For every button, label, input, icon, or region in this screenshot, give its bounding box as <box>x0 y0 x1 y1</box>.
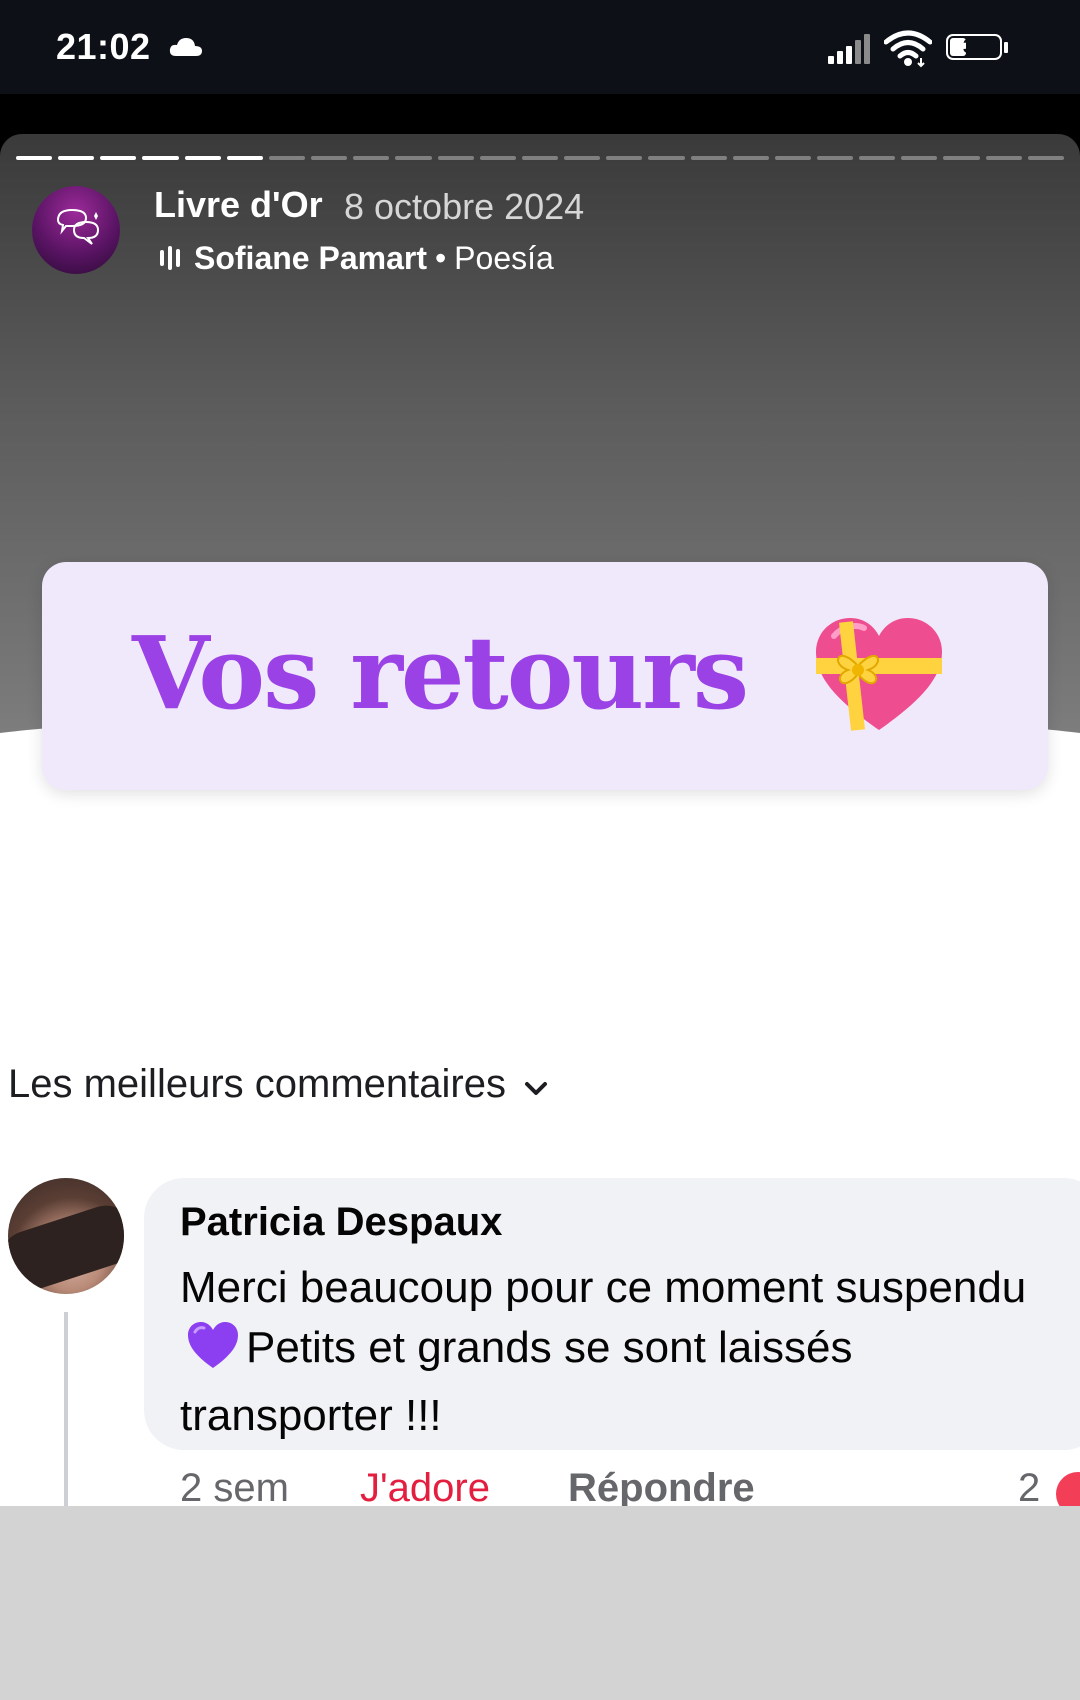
progress-segment <box>437 156 474 160</box>
signal-icon <box>828 34 874 69</box>
banner-title: Vos retours <box>132 614 749 732</box>
progress-segment <box>521 156 559 160</box>
purple-heart-icon <box>186 1320 240 1386</box>
progress-segment <box>606 156 643 160</box>
progress-segment <box>100 156 137 160</box>
progress-segment <box>648 156 685 160</box>
progress-segment <box>859 156 896 160</box>
gift-heart-icon <box>812 614 946 739</box>
account-name[interactable]: Livre d'Or <box>154 184 323 226</box>
comment-author[interactable]: Patricia Despaux <box>180 1200 502 1245</box>
battery-icon: 33 <box>946 34 1008 64</box>
progress-segment <box>816 156 854 160</box>
progress-segment <box>985 156 1022 160</box>
speech-bubbles-icon <box>56 208 100 245</box>
story-progress-bar <box>16 156 1064 160</box>
comment-text-part2: Petits et grands se sont laissés transpo… <box>180 1323 853 1440</box>
music-artist: Sofiane Pamart <box>194 239 427 276</box>
comment-time: 2 sem <box>180 1466 289 1506</box>
progress-segment <box>395 156 432 160</box>
comments-sort-label: Les meilleurs commentaires <box>8 1062 506 1106</box>
comment-bubble: Patricia Despaux Merci beaucoup pour ce … <box>144 1178 1080 1450</box>
cloud-icon <box>168 36 204 63</box>
status-time: 21:02 <box>56 26 151 67</box>
comment-text-part1: Merci beaucoup pour ce moment suspendu <box>180 1263 1027 1312</box>
progress-segment <box>311 156 348 160</box>
battery-level-text: 33 <box>962 36 986 58</box>
reply-button[interactable]: Répondre <box>568 1466 755 1506</box>
music-track: Poesía <box>454 239 554 276</box>
story-banner: Vos retours <box>42 562 1048 790</box>
chevron-down-icon <box>524 1062 548 1107</box>
music-attribution[interactable]: Sofiane Pamart • Poesía <box>160 238 554 278</box>
progress-segment <box>690 156 727 160</box>
progress-segment <box>353 156 390 160</box>
progress-segment <box>1027 156 1064 160</box>
reply-area <box>0 1506 1080 1700</box>
account-avatar[interactable] <box>32 186 120 274</box>
music-bars-icon <box>160 246 180 270</box>
progress-segment <box>268 156 306 160</box>
progress-segment <box>901 156 938 160</box>
progress-segment <box>226 156 263 160</box>
love-button[interactable]: J'adore <box>360 1466 490 1506</box>
progress-segment <box>58 156 95 160</box>
progress-segment <box>142 156 179 160</box>
comment-text: Merci beaucoup pour ce moment suspendu Pe… <box>180 1258 1060 1446</box>
music-separator: • <box>434 239 447 276</box>
story-date: 8 octobre 2024 <box>344 186 585 227</box>
progress-segment <box>774 156 811 160</box>
commenter-avatar[interactable] <box>8 1178 124 1294</box>
status-bar: 21:02 33 <box>0 0 1080 94</box>
wifi-icon <box>883 30 933 73</box>
progress-segment <box>479 156 516 160</box>
comments-sort-dropdown[interactable]: Les meilleurs commentaires <box>8 1062 548 1107</box>
progress-segment <box>732 156 769 160</box>
progress-segment <box>564 156 601 160</box>
progress-segment <box>16 156 53 160</box>
story-viewer[interactable]: Livre d'Or 8 octobre 2024 Sofiane Pamart… <box>0 134 1080 1506</box>
progress-segment <box>184 156 221 160</box>
progress-segment <box>943 156 980 160</box>
thread-line <box>64 1312 68 1506</box>
reaction-count: 2 <box>1018 1466 1041 1506</box>
